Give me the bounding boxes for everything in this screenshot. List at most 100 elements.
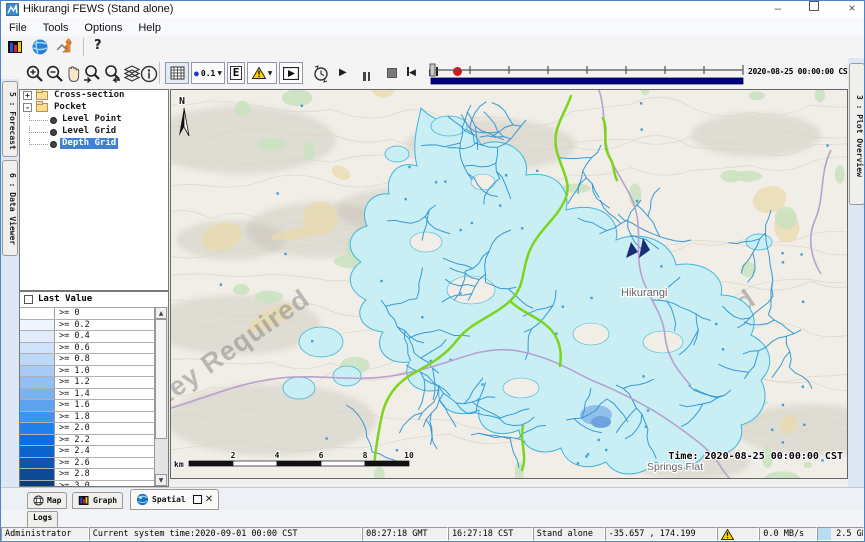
tree-label: Cross-section [52,90,126,101]
status-warning-icon [717,527,759,541]
legend-class-label: >= 1.2 [55,377,90,388]
warning-dropdown[interactable]: ▼ [247,62,277,84]
svg-text:N: N [179,96,185,107]
logs-row: Logs [1,510,864,527]
title-bar: Hikurangi FEWS (Stand alone) – × [1,1,864,19]
legend-row: >= 0.4 [20,331,155,343]
tree-item[interactable]: Level Point [20,114,168,126]
svg-text:2: 2 [231,451,236,460]
globe-icon[interactable] [31,38,51,56]
folder-icon [36,103,48,112]
tree-label: Level Point [60,114,124,125]
status-cell: 08:27:18 GMT [362,527,448,541]
value-threshold-dropdown[interactable]: ●0.1▼ [191,62,225,84]
maximize-icon[interactable] [799,1,829,17]
stop-icon[interactable] [387,68,397,78]
bar-chart-icon [78,495,90,506]
window-title: Hikurangi FEWS (Stand alone) [23,3,173,15]
zoom-out-icon[interactable] [45,64,65,84]
info-icon[interactable] [139,64,159,84]
application-window: Hikurangi FEWS (Stand alone) – × FileToo… [0,0,865,542]
legend-class-label: >= 2.8 [55,469,90,480]
last-value-checkbox[interactable] [24,295,33,304]
legend-color-swatch [20,400,55,411]
map-view[interactable]: API Key Required API Key Required [170,89,848,479]
leaf-bullet-icon [50,129,57,136]
movie-export-icon[interactable] [279,62,303,84]
tab-spatial[interactable]: Spatial ✕ [130,489,219,510]
legend-header: Last Value [20,292,168,308]
current-timestep-label: 2020-08-25 00:00:00 CST [748,67,852,76]
town-label: Hikurangi [621,287,667,299]
maximize-panel-icon[interactable] [193,495,202,504]
svg-text:10: 10 [404,451,414,460]
labels-icon[interactable]: E [227,62,245,84]
close-icon[interactable]: × [837,1,865,17]
tab-plot-overview[interactable]: 3 : Plot Overview [849,63,865,205]
svg-text:6: 6 [319,451,324,460]
collapse-icon[interactable]: - [23,103,32,112]
tab-graph[interactable]: Graph [72,492,123,509]
legend-scrollbar[interactable]: ▲ ▼ [154,307,168,486]
blue-globe-icon [136,493,149,506]
timeline-slider[interactable] [428,62,746,86]
svg-text:km: km [174,460,184,469]
legend-color-swatch [20,469,55,480]
close-panel-icon[interactable]: ✕ [205,494,213,505]
timeline-progress-bar [431,78,743,84]
menu-item-help[interactable]: Help [130,20,169,34]
tab-data-viewer[interactable]: 6 : Data Viewer [2,160,18,256]
tree-item[interactable]: -Pocket [20,102,168,114]
scroll-down-icon[interactable]: ▼ [155,474,167,486]
pan-hand-icon[interactable] [63,64,83,84]
scroll-thumb[interactable] [155,319,167,439]
database-chart-icon[interactable] [6,38,26,56]
svg-text:4: 4 [275,451,280,460]
legend-class-label: >= 2.4 [55,446,90,457]
legend-row: >= 1.0 [20,366,155,378]
scroll-up-icon[interactable]: ▲ [155,307,167,319]
legend-color-swatch [20,423,55,434]
legend-class-label: >= 2.6 [55,458,90,469]
legend-row: >= 2.2 [20,435,155,447]
legend-row: >= 0 [20,308,155,320]
legend-row: >= 0.2 [20,320,155,332]
grid-icon[interactable] [165,62,189,84]
play-icon[interactable]: ▶ [339,67,347,78]
skip-start-icon[interactable]: ◀ [407,67,416,78]
legend-class-label: >= 1.0 [55,366,90,377]
menu-item-tools[interactable]: Tools [35,20,77,34]
tree-label: Depth Grid [60,138,118,149]
timeseries-dialog-icon[interactable] [56,38,76,56]
tree-item[interactable]: Level Grid [20,126,168,138]
legend-color-swatch [20,331,55,342]
legend-class-label: >= 1.8 [55,412,90,423]
legend-panel: Last Value >= 0>= 0.2>= 0.4>= 0.6>= 0.8>… [19,291,169,487]
legend-color-swatch [20,412,55,423]
pause-icon[interactable] [363,68,370,86]
help-icon[interactable]: ? [94,38,102,53]
tree-item[interactable]: Depth Grid [20,138,168,150]
menu-item-options[interactable]: Options [76,20,130,34]
zoom-in-icon[interactable] [25,64,45,84]
timeline-handle [430,64,435,76]
menu-bar: FileToolsOptionsHelp [1,18,864,37]
legend-color-swatch [20,320,55,331]
animation-clock-icon[interactable] [311,64,331,84]
tab-map[interactable]: Map [27,492,67,509]
legend-color-swatch [20,458,55,469]
legend-class-label: >= 0.2 [55,320,90,331]
legend-class-label: >= 2.0 [55,423,90,434]
zoom-previous-icon[interactable] [82,64,102,84]
legend-color-swatch [20,446,55,457]
expand-icon[interactable]: + [23,91,32,100]
legend-row: >= 0.6 [20,343,155,355]
legend-class-label: >= 0.8 [55,354,90,365]
legend-color-swatch [20,435,55,446]
tab-forecast[interactable]: 5 : Forecast [2,81,18,157]
minimize-icon[interactable]: – [763,1,793,17]
bottom-tab-bar: Map Graph Spatial ✕ [1,487,864,511]
zoom-next-icon[interactable] [102,64,122,84]
legend-row: >= 2.4 [20,446,155,458]
menu-item-file[interactable]: File [1,20,35,34]
